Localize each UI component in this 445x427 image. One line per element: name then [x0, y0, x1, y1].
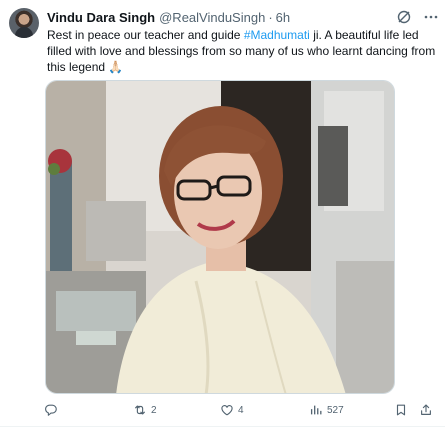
- like-button[interactable]: 4: [220, 401, 244, 419]
- reply-icon: [45, 404, 57, 416]
- hashtag-link[interactable]: #Madhumati: [244, 28, 310, 42]
- grok-icon[interactable]: [396, 9, 412, 25]
- text-before: Rest in peace our teacher and guide: [47, 28, 244, 42]
- tweet-header: Vindu Dara Singh @RealVinduSingh · 6h: [47, 8, 290, 26]
- bookmark-button[interactable]: [394, 401, 408, 419]
- author-name[interactable]: Vindu Dara Singh: [47, 10, 155, 25]
- timestamp[interactable]: 6h: [276, 10, 290, 25]
- views-button[interactable]: 527: [309, 401, 344, 419]
- like-count: 4: [238, 404, 244, 416]
- share-icon: [421, 404, 431, 415]
- action-bar: 2 4 527: [44, 401, 439, 419]
- avatar[interactable]: [9, 8, 39, 38]
- retweet-icon: [135, 405, 145, 415]
- more-icon[interactable]: [423, 9, 439, 25]
- reply-button[interactable]: [44, 401, 62, 419]
- tweet[interactable]: Vindu Dara Singh @RealVinduSingh · 6h Re…: [0, 0, 445, 427]
- tweet-text: Rest in peace our teacher and guide #Mad…: [47, 27, 437, 75]
- like-icon: [221, 405, 233, 416]
- views-icon: [310, 405, 322, 415]
- views-count: 527: [327, 404, 344, 416]
- bookmark-icon: [396, 404, 406, 416]
- photo-of-elderly-woman: [46, 81, 394, 393]
- tweet-photo[interactable]: [45, 80, 395, 394]
- retweet-button[interactable]: 2: [133, 401, 157, 419]
- author-handle[interactable]: @RealVinduSingh: [159, 10, 265, 25]
- retweet-count: 2: [151, 404, 157, 416]
- separator: ·: [268, 9, 273, 25]
- share-button[interactable]: [419, 401, 433, 419]
